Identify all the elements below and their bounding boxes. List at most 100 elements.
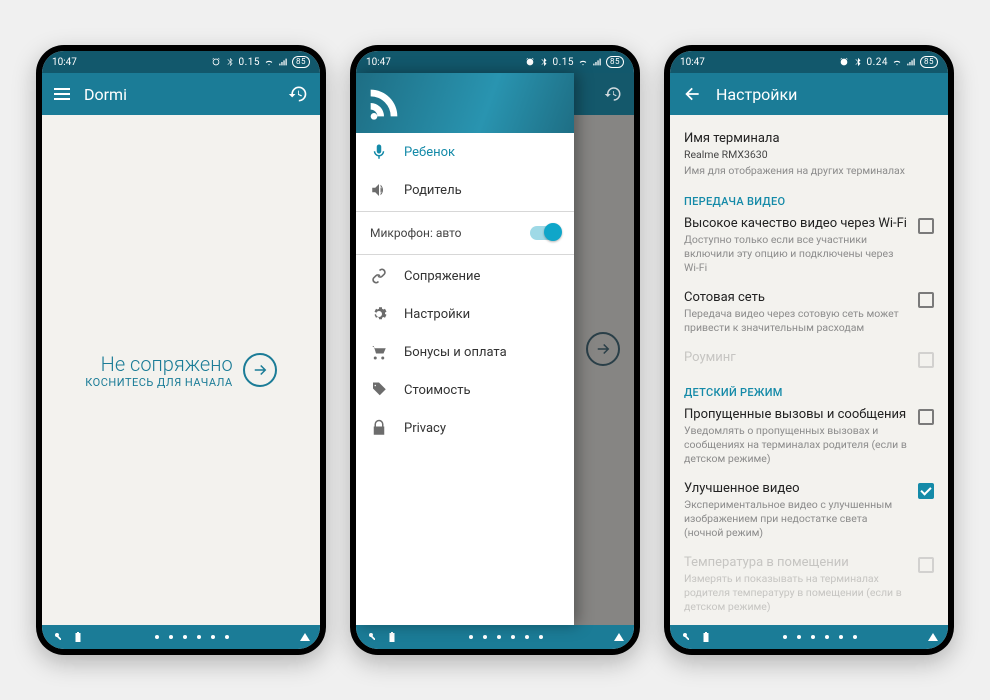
drawer-item-label: Настройки [404,307,470,322]
category-child: ДЕТСКИЙ РЕЖИМ [684,386,934,399]
checkbox[interactable] [918,409,934,425]
battery-icon [386,631,398,643]
setting-sub: Измерять и показывать на терминалах роди… [684,572,908,613]
setting-missed-calls[interactable]: Пропущенные вызовы и сообщения Уведомлят… [684,399,934,473]
back-icon[interactable] [682,84,702,104]
battery-badge: 85 [920,56,938,68]
setting-title: Температура в помещении [684,555,908,570]
hamburger-icon[interactable] [54,88,70,100]
drawer-item-privacy[interactable]: Privacy [356,409,574,447]
wifi-icon [892,57,902,67]
status-icons: 0.15 85 [525,56,625,68]
divider [356,254,574,255]
battery-icon [72,631,84,643]
phone-drawer: 10:47 0.15 85 [350,45,640,655]
history-icon [604,85,622,103]
app-title: Настройки [716,85,797,104]
status-speed: 0.15 [553,57,575,68]
switch-on[interactable] [530,226,560,240]
battery-badge: 85 [606,56,624,68]
drawer-item-pricing[interactable]: Стоимость [356,371,574,409]
app-title: Dormi [84,85,127,104]
key-icon [680,631,692,643]
bottom-bar [356,625,634,649]
checkbox[interactable] [918,292,934,308]
setting-terminal-name[interactable]: Имя терминала Realme RMX3630 Имя для ото… [684,123,934,185]
drawer-stack: Ребенок Родитель Микрофон: авто Сопряжен… [356,73,634,625]
category-video: ПЕРЕДАЧА ВИДЕО [684,195,934,208]
toggle-label: Микрофон: авто [370,226,462,240]
checkbox-disabled [918,352,934,368]
drawer-item-pairing[interactable]: Сопряжение [356,257,574,295]
settings-list[interactable]: Имя терминала Realme RMX3630 Имя для ото… [670,115,948,625]
status-icons: 0.24 85 [839,56,939,68]
checkbox-checked[interactable] [918,483,934,499]
setting-sub: Экспериментальное видео с улучшенным изо… [684,498,908,539]
setting-value: Realme RMX3630 [684,148,934,162]
mic-auto-toggle[interactable]: Микрофон: авто [356,214,574,252]
drawer-item-child[interactable]: Ребенок [356,133,574,171]
drawer-item-label: Бонусы и оплата [404,345,507,360]
setting-title: Улучшенное видео [684,481,908,496]
status-bar: 10:47 0.15 85 [42,51,320,73]
pagination-dots[interactable] [155,635,229,639]
expand-icon[interactable] [928,633,938,641]
drawer-header [356,73,574,133]
nav-drawer: Ребенок Родитель Микрофон: авто Сопряжен… [356,73,574,625]
tag-icon [370,381,388,399]
key-icon [52,631,64,643]
checkbox[interactable] [918,218,934,234]
setting-sub: Уведомлять о пропущенных вызовах и сообщ… [684,424,908,465]
drawer-item-label: Ребенок [404,145,455,160]
signal-icon [592,57,602,67]
drawer-item-label: Стоимость [404,383,471,398]
status-time: 10:47 [366,57,391,68]
screen: 10:47 0.15 85 Dormi Не сопряжено КОСНИТЕ… [42,51,320,649]
setting-enhanced-video[interactable]: Улучшенное видео Экспериментальное видео… [684,473,934,547]
setting-roaming: Роуминг [684,342,934,376]
mic-icon [370,143,388,161]
wifi-icon [264,57,274,67]
battery-badge: 85 [292,56,310,68]
setting-room-temperature: Температура в помещении Измерять и показ… [684,547,934,621]
checkbox-disabled [918,557,934,573]
setting-hq-wifi[interactable]: Высокое качество видео через Wi-Fi Досту… [684,208,934,282]
status-time: 10:47 [52,57,77,68]
screen: 10:47 0.15 85 [356,51,634,649]
lock-icon [370,419,388,437]
drawer-item-parent[interactable]: Родитель [356,171,574,209]
app-bar: Dormi [42,73,320,115]
app-bar: Настройки [670,73,948,115]
bluetooth-icon [225,57,235,67]
drawer-item-label: Родитель [404,183,462,198]
pagination-dots[interactable] [469,635,543,639]
setting-sub: Доступно только если все участники включ… [684,233,908,274]
expand-icon[interactable] [614,633,624,641]
expand-icon[interactable] [300,633,310,641]
alarm-icon [211,57,221,67]
phone-settings: 10:47 0.24 85 Настройки Имя терминала [664,45,954,655]
link-icon [370,267,388,285]
drawer-item-bonuses[interactable]: Бонусы и оплата [356,333,574,371]
drawer-item-label: Privacy [404,421,446,436]
drawer-item-settings[interactable]: Настройки [356,295,574,333]
speaker-icon [370,181,388,199]
battery-icon [700,631,712,643]
signal-icon [278,57,288,67]
pagination-dots[interactable] [783,635,857,639]
pair-subtitle: КОСНИТЕСЬ ДЛЯ НАЧАЛА [85,376,232,389]
main-area: Не сопряжено КОСНИТЕСЬ ДЛЯ НАЧАЛА [42,115,320,625]
bottom-bar [670,625,948,649]
setting-hint: Имя для отображения на других терминалах [684,164,934,178]
key-icon [366,631,378,643]
setting-title: Имя терминала [684,131,934,146]
arrow-right-icon [243,353,277,387]
pair-title: Не сопряжено [85,352,232,376]
cart-icon [370,343,388,361]
setting-cellular[interactable]: Сотовая сеть Передача видео через сотову… [684,282,934,342]
arrow-dimmed [586,332,620,366]
pair-button[interactable]: Не сопряжено КОСНИТЕСЬ ДЛЯ НАЧАЛА [85,352,276,389]
history-icon[interactable] [288,84,308,104]
bluetooth-icon [539,57,549,67]
status-icons: 0.15 85 [211,56,311,68]
